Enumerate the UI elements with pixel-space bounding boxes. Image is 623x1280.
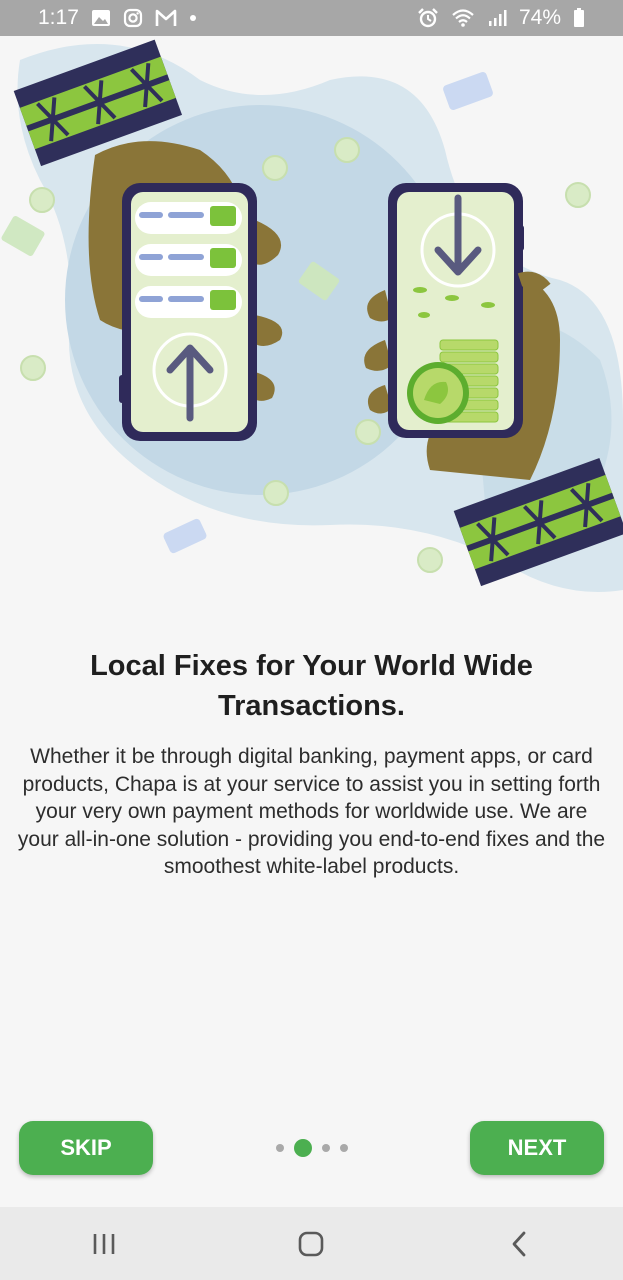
clock: 1:17 xyxy=(38,6,79,29)
alarm-icon xyxy=(417,7,439,29)
signal-icon xyxy=(487,9,507,27)
notification-dot-icon xyxy=(189,14,197,22)
back-icon[interactable] xyxy=(489,1219,549,1269)
onboarding-description: Whether it be through digital banking, p… xyxy=(17,745,606,878)
status-bar-right: 74% xyxy=(417,6,585,30)
page-dot-3 xyxy=(322,1144,330,1152)
battery-percent: 74% xyxy=(518,6,561,29)
page-indicator xyxy=(272,1138,352,1158)
status-bar: 1:17 74% xyxy=(0,0,623,36)
battery-icon xyxy=(573,8,585,28)
page-dot-4 xyxy=(340,1144,348,1152)
onboarding-title: Local Fixes for Your World Wide Transact… xyxy=(90,650,533,722)
home-icon[interactable] xyxy=(281,1219,341,1269)
next-button[interactable]: NEXT xyxy=(470,1121,604,1175)
page-dot-2-active xyxy=(294,1139,312,1157)
recent-apps-icon[interactable] xyxy=(74,1219,134,1269)
navigation-bar xyxy=(0,1207,623,1280)
status-bar-left: 1:17 xyxy=(38,6,197,30)
wifi-icon xyxy=(451,8,475,28)
gmail-icon xyxy=(155,9,177,27)
page-dot-1 xyxy=(276,1144,284,1152)
instagram-icon xyxy=(123,8,143,28)
skip-button[interactable]: SKIP xyxy=(19,1121,153,1175)
gallery-icon xyxy=(91,9,111,27)
onboarding-illustration xyxy=(0,36,623,606)
